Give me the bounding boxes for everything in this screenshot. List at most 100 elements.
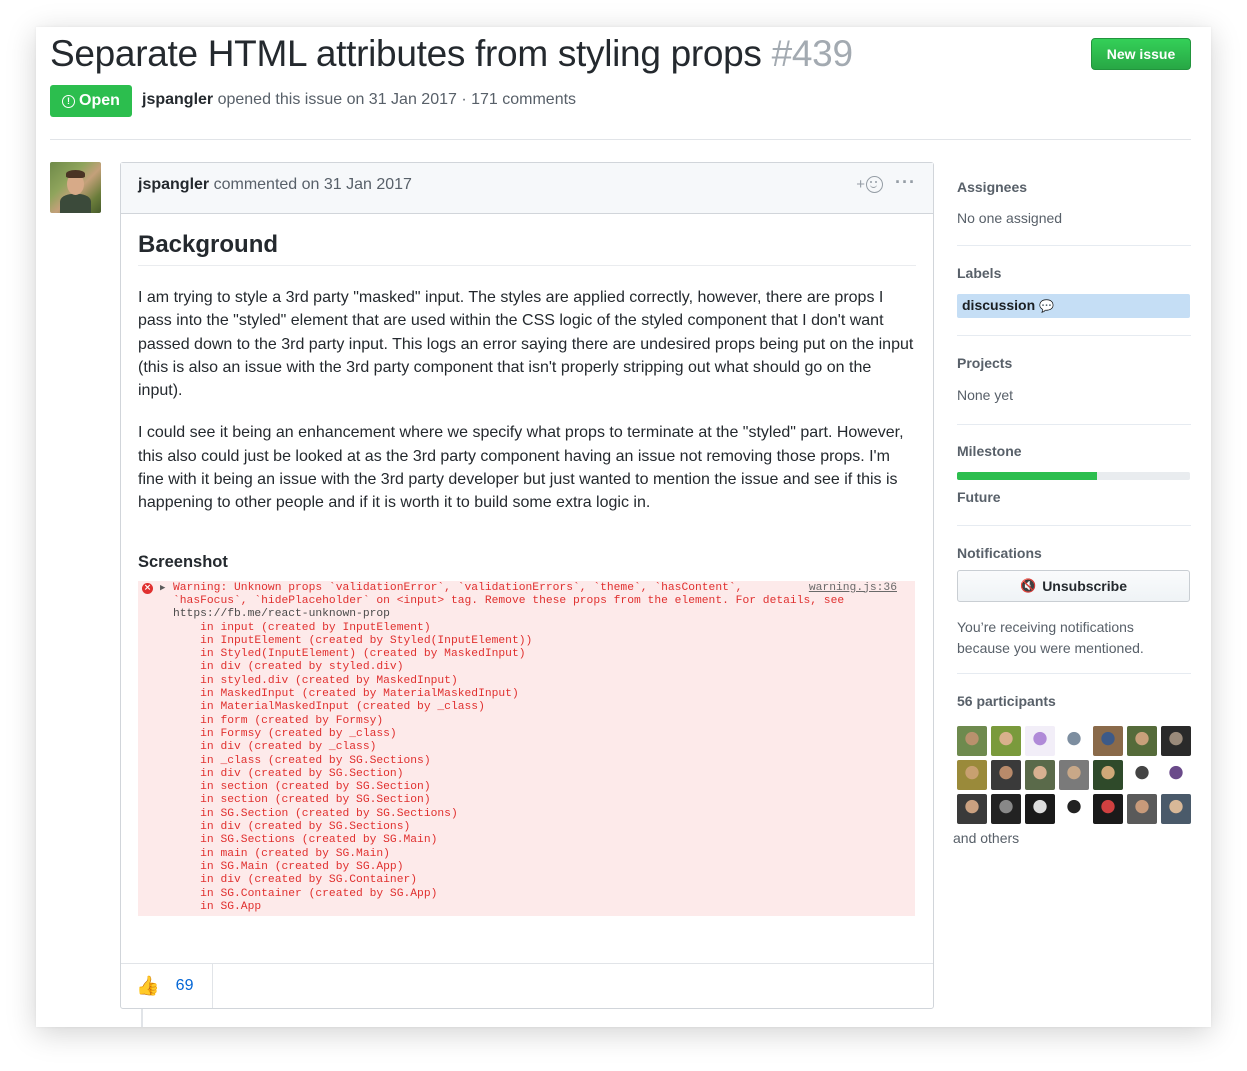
console-line: in section (created by SG.Section) <box>173 781 431 794</box>
participant-avatar[interactable] <box>1127 726 1157 756</box>
participant-avatar[interactable] <box>1127 760 1157 790</box>
label-name: discussion <box>962 297 1036 313</box>
console-line: in SG.Container (created by SG.App) <box>173 887 438 900</box>
issue-title: Separate HTML attributes from styling pr… <box>50 33 853 75</box>
comment-body: Background I am trying to style a 3rd pa… <box>138 213 916 916</box>
console-line: in InputElement (created by Styled(Input… <box>173 634 533 647</box>
sidebar-projects: Projects None yet <box>957 336 1191 425</box>
console-line: in styled.div (created by MaskedInput) <box>173 674 458 687</box>
reaction-count: 69 <box>175 977 194 994</box>
participants-heading: 56 participants <box>957 693 1056 709</box>
participant-avatar[interactable] <box>1059 726 1089 756</box>
sidebar-labels: Labels discussion 💬 <box>957 246 1191 336</box>
comment-paragraph-2: I could see it being an enhancement wher… <box>138 424 904 512</box>
console-line: https://fb.me/react-unknown-prop <box>173 608 390 621</box>
error-icon: × <box>142 582 153 594</box>
sidebar-milestone: Milestone Future <box>957 425 1191 526</box>
participant-avatar[interactable] <box>957 794 987 824</box>
console-line: in main (created by SG.Main) <box>173 847 390 860</box>
mute-icon: 🔇 <box>1020 578 1037 593</box>
avatar-hair-shape <box>66 170 85 178</box>
new-issue-button[interactable]: New issue <box>1091 38 1191 70</box>
issue-number: #439 <box>771 33 853 74</box>
milestone-link[interactable]: Future <box>957 489 1001 505</box>
issue-meta: jspangler opened this issue on 31 Jan 20… <box>142 91 576 109</box>
console-lines: Warning: Unknown props `validationError`… <box>173 582 844 914</box>
participant-avatar[interactable] <box>991 726 1021 756</box>
participant-avatar[interactable] <box>1059 794 1089 824</box>
comment-reactions-bar: 👍 69 <box>121 963 933 1008</box>
console-line: in SG.Sections (created by SG.Main) <box>173 834 438 847</box>
unsubscribe-label: Unsubscribe <box>1042 578 1127 594</box>
participant-avatar[interactable] <box>1025 726 1055 756</box>
console-line: in input (created by InputElement) <box>173 621 431 634</box>
thumbs-up-icon: 👍 <box>136 976 160 997</box>
issue-opened-icon: ! <box>62 94 76 108</box>
assignees-heading[interactable]: Assignees <box>957 179 1027 195</box>
comment-author-avatar[interactable] <box>50 162 101 213</box>
console-line: in SG.App <box>173 900 262 913</box>
sidebar-notifications: Notifications 🔇 Unsubscribe You’re recei… <box>957 526 1191 674</box>
issue-state-label: Open <box>79 92 120 109</box>
participant-avatar[interactable] <box>1025 760 1055 790</box>
projects-heading[interactable]: Projects <box>957 355 1012 371</box>
comment-meta: jspangler commented on 31 Jan 2017 <box>138 176 412 194</box>
console-line: in div (created by SG.Container) <box>173 874 418 887</box>
console-line: in section (created by SG.Section) <box>173 794 431 807</box>
milestone-progress-fill <box>957 472 1097 480</box>
sidebar-assignees: Assignees No one assigned <box>957 162 1191 246</box>
milestone-heading[interactable]: Milestone <box>957 443 1022 459</box>
participant-avatar[interactable] <box>1093 794 1123 824</box>
issue-author-link[interactable]: jspangler <box>142 91 213 108</box>
labels-heading[interactable]: Labels <box>957 265 1001 281</box>
comment-author-link[interactable]: jspangler <box>138 176 209 193</box>
thumbs-up-reaction[interactable]: 👍 69 <box>121 964 213 1008</box>
participant-avatar[interactable] <box>1025 794 1055 824</box>
comment-options-button[interactable]: ··· <box>895 172 916 193</box>
console-line: in div (created by _class) <box>173 741 377 754</box>
console-line: in SG.Main (created by SG.App) <box>173 860 404 873</box>
console-line: in _class (created by SG.Sections) <box>173 754 431 767</box>
issue-sidebar: Assignees No one assigned Labels discuss… <box>953 162 1191 874</box>
participant-avatar[interactable] <box>1093 760 1123 790</box>
console-line: Warning: Unknown props `validationError`… <box>173 581 743 594</box>
participant-avatar[interactable] <box>991 794 1021 824</box>
header-divider <box>50 139 1191 140</box>
participant-avatar[interactable] <box>991 760 1021 790</box>
participant-avatar[interactable] <box>957 726 987 756</box>
participant-avatar[interactable] <box>957 760 987 790</box>
issue-meta-text: opened this issue on 31 Jan 2017 · 171 c… <box>213 91 577 108</box>
assignees-value: No one assigned <box>957 210 1063 226</box>
add-reaction-plus: + <box>856 176 865 193</box>
projects-value: None yet <box>957 387 1014 403</box>
console-line: in div (created by SG.Sections) <box>173 821 411 834</box>
console-line: in form (created by Formsy) <box>173 714 384 727</box>
participant-avatar[interactable] <box>1161 794 1191 824</box>
comment-paragraph-1: I am trying to style a 3rd party "masked… <box>138 289 914 400</box>
participant-avatar[interactable] <box>1161 760 1191 790</box>
expand-triangle-icon: ▶ <box>160 582 166 593</box>
label-discussion[interactable]: discussion 💬 <box>957 294 1190 318</box>
participant-avatar[interactable] <box>1161 726 1191 756</box>
console-line: in Formsy (created by _class) <box>173 727 397 740</box>
unsubscribe-button[interactable]: 🔇 Unsubscribe <box>957 570 1190 602</box>
add-reaction-button[interactable]: + <box>856 176 883 193</box>
notifications-reason-line-2: because you were mentioned. <box>957 639 1144 656</box>
console-line: in MaterialMaskedInput (created by _clas… <box>173 701 485 714</box>
sidebar-participants: 56 participants and others <box>953 674 1191 874</box>
participant-avatar[interactable] <box>1059 760 1089 790</box>
console-line: in Styled(InputElement) (created by Mask… <box>173 648 526 661</box>
issue-page: Separate HTML attributes from styling pr… <box>36 27 1211 1027</box>
and-others-text: and others <box>953 830 1020 846</box>
milestone-progress-bar <box>957 472 1190 480</box>
participant-avatar[interactable] <box>1093 726 1123 756</box>
comment-header: jspangler commented on 31 Jan 2017 + ··· <box>121 163 933 214</box>
issue-comment: jspangler commented on 31 Jan 2017 + ···… <box>120 162 934 1009</box>
speech-bubble-icon: 💬 <box>1039 299 1055 313</box>
console-line: in div (created by SG.Section) <box>173 767 404 780</box>
console-line: in MaskedInput (created by MaterialMaske… <box>173 688 519 701</box>
participant-avatar[interactable] <box>1127 794 1157 824</box>
timeline-line <box>141 1009 143 1027</box>
console-line: in div (created by styled.div) <box>173 661 404 674</box>
notifications-reason-line-1: You’re receiving notifications <box>957 619 1134 635</box>
